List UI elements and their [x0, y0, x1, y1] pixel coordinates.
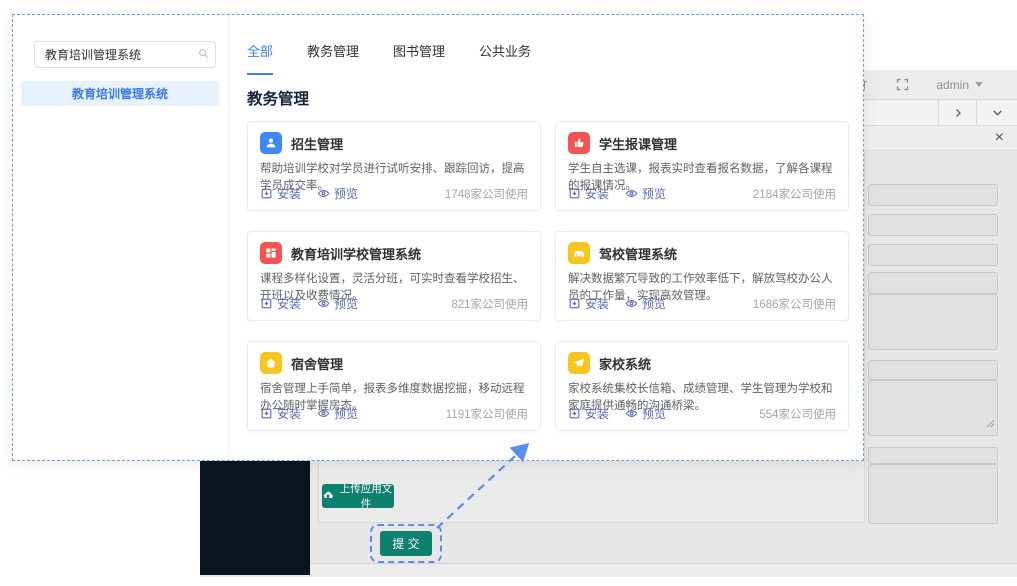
user-icon [260, 132, 282, 154]
install-link[interactable]: 安装 [568, 185, 609, 202]
form-input[interactable] [868, 244, 998, 266]
card-footer: 安装 预览 2184家公司使用 [568, 185, 836, 202]
usage-count: 2184家公司使用 [753, 186, 836, 202]
install-box-icon [568, 407, 581, 420]
usage-count: 1191家公司使用 [446, 406, 528, 422]
upload-app-file-button[interactable]: 上传应用文件 [322, 484, 394, 508]
hand-like-icon [568, 132, 590, 154]
tab-public[interactable]: 公共业务 [479, 41, 531, 75]
card-footer: 安装 预览 821家公司使用 [260, 295, 528, 312]
usage-count: 1748家公司使用 [445, 186, 528, 202]
form-field-strip [868, 272, 998, 294]
card-title: 宿舍管理 [291, 354, 343, 373]
preview-link[interactable]: 预览 [317, 295, 358, 312]
sidebar-item-selected[interactable]: 教育培训管理系统 [21, 81, 219, 106]
car-icon [568, 242, 590, 264]
chevron-right-icon[interactable] [938, 100, 976, 125]
submit-button-label: 提 交 [392, 535, 419, 552]
card-footer: 安装 预览 1686家公司使用 [568, 295, 836, 312]
form-input[interactable] [868, 184, 998, 206]
form-input[interactable] [868, 214, 998, 236]
install-box-icon [260, 407, 273, 420]
app-card: 招生管理 帮助培训学校对学员进行试听安排、跟踪回访，提高学员成交率。 安装 预览… [247, 121, 541, 211]
app-card: 驾校管理系统 解决数据繁冗导致的工作效率低下，解放驾校办公人员的工作量，实现高效… [555, 231, 849, 321]
install-box-icon [260, 297, 273, 310]
upload-button-label: 上传应用文件 [338, 481, 394, 511]
form-textarea[interactable] [868, 380, 998, 436]
install-link[interactable]: 安装 [260, 295, 301, 312]
card-footer: 安装 预览 554家公司使用 [568, 405, 836, 422]
preview-link[interactable]: 预览 [625, 405, 666, 422]
eye-icon [317, 407, 330, 420]
preview-link[interactable]: 预览 [317, 185, 358, 202]
caret-down-icon [975, 82, 983, 87]
form-field-strip [868, 447, 998, 464]
tab-library[interactable]: 图书管理 [393, 41, 445, 75]
card-title: 家校系统 [599, 354, 651, 373]
install-link[interactable]: 安装 [260, 405, 301, 422]
chevron-down-icon[interactable] [976, 100, 1017, 125]
background-bottom-strip [310, 563, 1017, 577]
install-box-icon [568, 297, 581, 310]
form-field-strip [868, 360, 998, 380]
upload-cloud-icon [322, 489, 334, 504]
category-tabs: 全部 教务管理 图书管理 公共业务 [247, 41, 531, 75]
home-icon [260, 352, 282, 374]
close-icon[interactable]: × [995, 128, 1004, 148]
app-store-popup: 教育培训管理系统 全部 教务管理 图书管理 公共业务 教务管理 招生管理 帮助培… [12, 14, 864, 461]
grid-icon [260, 242, 282, 264]
card-title: 招生管理 [291, 134, 343, 153]
eye-icon [625, 407, 638, 420]
submit-button[interactable]: 提 交 [380, 531, 432, 556]
form-box[interactable] [868, 294, 998, 350]
card-footer: 安装 预览 1191家公司使用 [260, 405, 528, 422]
app-card: 教育培训学校管理系统 课程多样化设置，灵活分班，可实时查看学校招生、开班以及收费… [247, 231, 541, 321]
resize-grip-icon[interactable] [986, 415, 995, 433]
section-title: 教务管理 [247, 87, 309, 109]
app-card: 学生报课管理 学生自主选课，报表实时查看报名数据，了解各课程的报课情况。 安装 … [555, 121, 849, 211]
card-header: 宿舍管理 [260, 352, 528, 374]
install-box-icon [260, 187, 273, 200]
preview-link[interactable]: 预览 [317, 405, 358, 422]
tab-academic[interactable]: 教务管理 [307, 41, 359, 75]
card-title: 教育培训学校管理系统 [291, 244, 421, 263]
eye-icon [625, 187, 638, 200]
popup-sidebar: 教育培训管理系统 [13, 15, 229, 460]
card-title: 驾校管理系统 [599, 244, 677, 263]
preview-link[interactable]: 预览 [625, 185, 666, 202]
card-header: 招生管理 [260, 132, 528, 154]
eye-icon [317, 297, 330, 310]
preview-link[interactable]: 预览 [625, 295, 666, 312]
search-icon[interactable] [197, 47, 210, 65]
app-card: 宿舍管理 宿舍管理上手简单，报表多维度数据挖掘，移动远程办公随时掌握房态。 安装… [247, 341, 541, 431]
eye-icon [625, 297, 638, 310]
paper-plane-icon [568, 352, 590, 374]
eye-icon [317, 187, 330, 200]
install-link[interactable]: 安装 [568, 295, 609, 312]
admin-dropdown[interactable]: admin [936, 78, 983, 92]
search-input[interactable] [34, 41, 216, 68]
install-link[interactable]: 安装 [568, 405, 609, 422]
usage-count: 821家公司使用 [451, 296, 528, 312]
card-header: 教育培训学校管理系统 [260, 242, 528, 264]
card-header: 驾校管理系统 [568, 242, 836, 264]
install-box-icon [568, 187, 581, 200]
admin-label: admin [936, 78, 969, 92]
usage-count: 554家公司使用 [759, 406, 836, 422]
card-footer: 安装 预览 1748家公司使用 [260, 185, 528, 202]
card-title: 学生报课管理 [599, 134, 677, 153]
usage-count: 1686家公司使用 [753, 296, 836, 312]
app-card: 家校系统 家校系统集校长信箱、成绩管理、学生管理为学校和家庭提供通畅的沟通桥梁。… [555, 341, 849, 431]
tab-all[interactable]: 全部 [247, 41, 273, 75]
fullscreen-icon[interactable] [895, 77, 910, 92]
form-box[interactable] [868, 464, 998, 524]
card-header: 家校系统 [568, 352, 836, 374]
app-card-grid: 招生管理 帮助培训学校对学员进行试听安排、跟踪回访，提高学员成交率。 安装 预览… [247, 121, 851, 431]
install-link[interactable]: 安装 [260, 185, 301, 202]
card-header: 学生报课管理 [568, 132, 836, 154]
